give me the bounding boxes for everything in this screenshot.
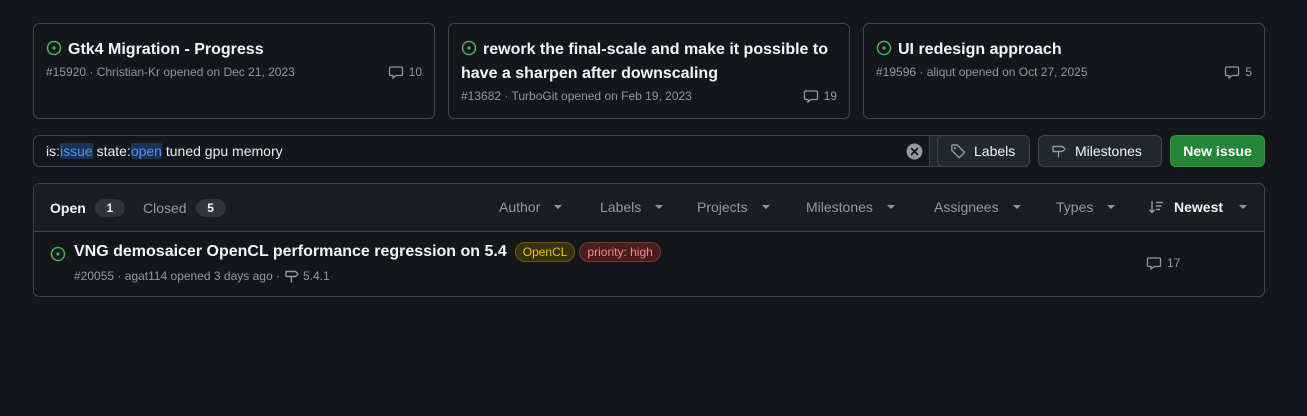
issue-open-icon (46, 40, 62, 56)
closed-count-badge: 5 (195, 199, 226, 217)
issue-milestone-link[interactable]: 5.4.1 (284, 268, 330, 284)
issues-list: Open 1 Closed 5 Author Labels Projects M… (33, 183, 1265, 297)
author-filter[interactable]: Author (499, 199, 563, 215)
comment-icon (1224, 64, 1240, 80)
clear-search-icon[interactable] (906, 143, 923, 160)
pinned-issue-title[interactable]: rework the final-scale and make it possi… (461, 38, 835, 86)
sort-dropdown[interactable]: Newest (1148, 199, 1248, 215)
comment-icon (803, 88, 819, 104)
issue-title-link[interactable]: VNG demosaicer OpenCL performance regres… (74, 240, 507, 264)
tag-icon (950, 143, 966, 159)
chevron-down-icon (1012, 205, 1021, 209)
comment-icon (1146, 255, 1162, 271)
comment-icon (388, 64, 404, 80)
pinned-issue-meta: #13682 · TurboGit opened on Feb 19, 2023 (461, 89, 692, 103)
assignees-filter[interactable]: Assignees (934, 199, 1021, 215)
comment-count: 19 (823, 89, 837, 103)
pinned-issue-card[interactable]: Gtk4 Migration - Progress #15920 · Chris… (33, 23, 435, 119)
open-count-badge: 1 (94, 199, 125, 217)
issue-open-icon (461, 40, 477, 56)
pinned-issue-title[interactable]: UI redesign approach (876, 38, 1250, 62)
milestones-button[interactable]: Milestones (1038, 135, 1162, 167)
milestones-filter[interactable]: Milestones (806, 199, 895, 215)
issue-title-row: VNG demosaicer OpenCL performance regres… (74, 240, 661, 264)
issue-open-icon (876, 40, 892, 56)
search-toolbar: is:issue state:open tuned gpu memory Lab… (33, 135, 1265, 167)
pinned-issue-card[interactable]: rework the final-scale and make it possi… (448, 23, 850, 119)
chevron-down-icon (554, 205, 563, 209)
milestone-icon (1051, 143, 1067, 159)
search-input[interactable]: is:issue state:open tuned gpu memory (33, 135, 930, 167)
open-issues-tab[interactable]: Open 1 (50, 199, 125, 217)
milestone-icon (284, 268, 300, 284)
chevron-down-icon (761, 205, 770, 209)
closed-issues-tab[interactable]: Closed 5 (143, 199, 226, 217)
comments-link[interactable]: 19 (803, 88, 837, 104)
labels-filter[interactable]: Labels (600, 199, 664, 215)
label-badge[interactable]: OpenCL (514, 242, 576, 262)
search-query-text: is:issue state:open tuned gpu memory (46, 143, 283, 159)
label-badge[interactable]: priority: high (579, 242, 661, 262)
chevron-down-icon (886, 205, 895, 209)
labels-button[interactable]: Labels (937, 135, 1030, 167)
projects-filter[interactable]: Projects (697, 199, 770, 215)
new-issue-button[interactable]: New issue (1170, 135, 1265, 167)
comments-link[interactable]: 17 (1146, 255, 1180, 271)
chevron-down-icon (1239, 205, 1248, 209)
issue-row[interactable]: VNG demosaicer OpenCL performance regres… (34, 232, 1264, 296)
chevron-down-icon (1107, 205, 1116, 209)
comments-link[interactable]: 5 (1224, 64, 1252, 80)
comments-link[interactable]: 10 (388, 64, 422, 80)
issues-list-header: Open 1 Closed 5 Author Labels Projects M… (34, 184, 1264, 232)
pinned-issue-meta: #15920 · Christian-Kr opened on Dec 21, … (46, 65, 295, 79)
comment-count: 17 (1167, 256, 1181, 270)
sort-icon (1148, 199, 1164, 215)
pinned-issue-meta: #19596 · aliqut opened on Oct 27, 2025 (876, 65, 1088, 79)
pinned-issues: Gtk4 Migration - Progress #15920 · Chris… (33, 23, 1265, 119)
pinned-issue-title[interactable]: Gtk4 Migration - Progress (46, 38, 420, 62)
types-filter[interactable]: Types (1056, 199, 1116, 215)
comment-count: 10 (408, 65, 422, 79)
chevron-down-icon (655, 205, 664, 209)
pinned-issue-card[interactable]: UI redesign approach #19596 · aliqut ope… (863, 23, 1265, 119)
issue-meta: #20055 · agat114 opened 3 days ago · 5.4… (74, 268, 330, 284)
comment-count: 5 (1245, 65, 1252, 79)
issue-open-icon (50, 246, 66, 262)
